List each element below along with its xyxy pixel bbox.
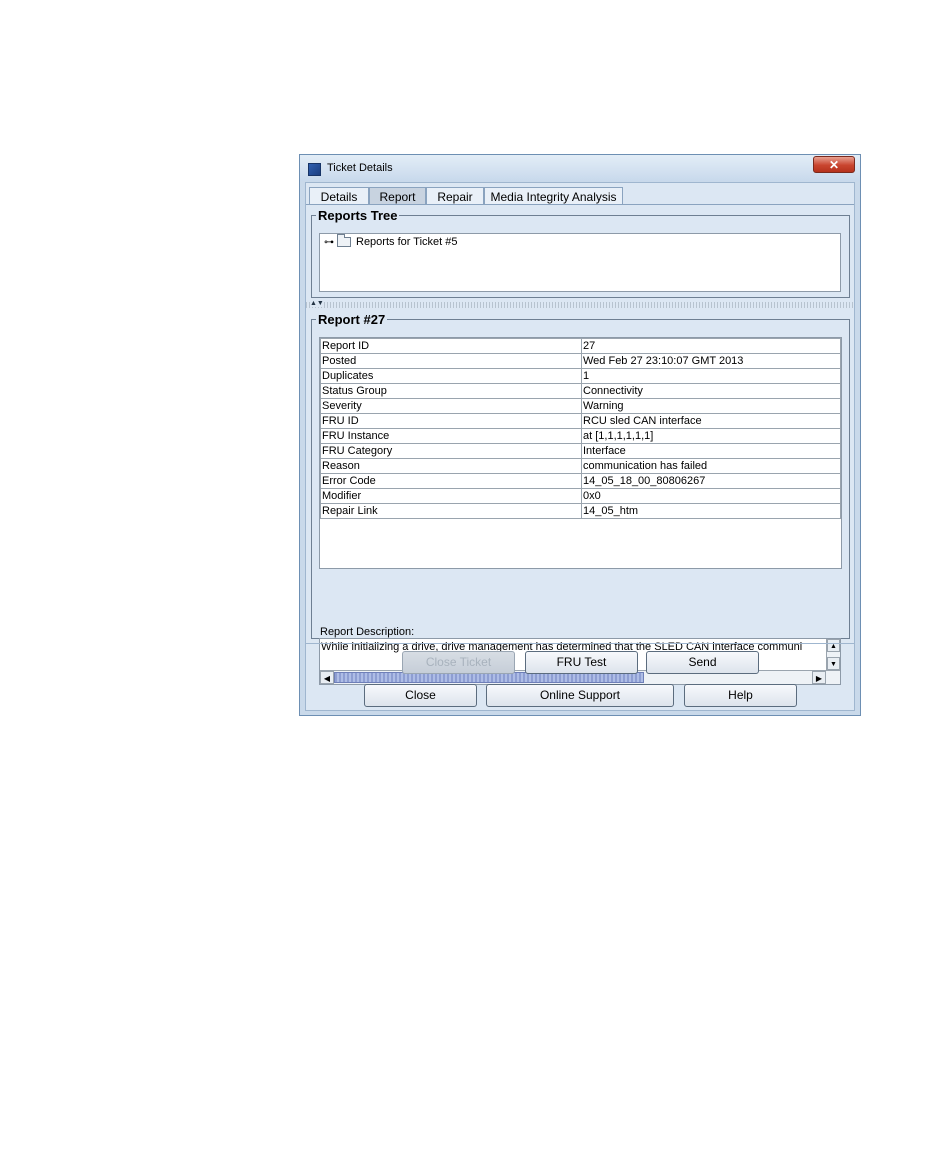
property-value: 14_05_18_00_80806267	[581, 473, 841, 489]
dialog-content: Details Report Repair Media Integrity An…	[305, 182, 855, 711]
scroll-down-icon[interactable]: ▼	[827, 657, 840, 670]
tree-item-label: Reports for Ticket #5	[356, 236, 458, 248]
send-button[interactable]: Send	[646, 651, 759, 674]
property-value: 0x0	[581, 488, 841, 504]
property-value: Wed Feb 27 23:10:07 GMT 2013	[581, 353, 841, 369]
property-name: Duplicates	[320, 368, 582, 384]
table-row[interactable]: FRU ID RCU sled CAN interface	[320, 413, 841, 429]
property-value: Interface	[581, 443, 841, 459]
property-value: communication has failed	[581, 458, 841, 474]
property-value: Connectivity	[581, 383, 841, 399]
property-name: Modifier	[320, 488, 582, 504]
tab-report[interactable]: Report	[369, 187, 426, 205]
property-value: RCU sled CAN interface	[581, 413, 841, 429]
app-icon	[308, 163, 321, 176]
table-row[interactable]: FRU Instance at [1,1,1,1,1,1]	[320, 428, 841, 444]
property-name: FRU Instance	[320, 428, 582, 444]
property-value: 1	[581, 368, 841, 384]
help-button[interactable]: Help	[684, 684, 797, 707]
report-description-label: Report Description:	[320, 626, 415, 638]
ticket-details-window: Ticket Details ✕ Details Report Repair M…	[299, 154, 861, 716]
key-icon[interactable]: ⊶	[324, 237, 334, 248]
property-value: 27	[581, 338, 841, 354]
table-row[interactable]: Report ID 27	[320, 338, 841, 354]
property-name: Error Code	[320, 473, 582, 489]
scroll-left-icon[interactable]: ◀	[320, 671, 334, 684]
table-row[interactable]: Modifier 0x0	[320, 488, 841, 504]
window-close-button[interactable]: ✕	[813, 156, 855, 173]
report-properties-table: Report ID 27 Posted Wed Feb 27 23:10:07 GMT…	[319, 337, 842, 569]
scroll-right-icon[interactable]: ▶	[812, 671, 826, 684]
reports-tree[interactable]: ⊶ Reports for Ticket #5	[319, 233, 841, 292]
tab-divider	[306, 204, 854, 205]
report-group: Report #27 Report ID 27 Posted Wed Feb 27 2…	[311, 312, 850, 639]
table-row[interactable]: FRU Category Interface	[320, 443, 841, 459]
table-row[interactable]: Status Group Connectivity	[320, 383, 841, 399]
property-name: Report ID	[320, 338, 582, 354]
table-row[interactable]: Repair Link 14_05_htm	[320, 503, 841, 519]
property-name: Status Group	[320, 383, 582, 399]
folder-icon	[337, 234, 351, 247]
property-name: FRU Category	[320, 443, 582, 459]
tab-repair[interactable]: Repair	[426, 187, 484, 205]
pane-splitter[interactable]: ▲▼	[306, 300, 854, 308]
fru-test-button[interactable]: FRU Test	[525, 651, 638, 674]
property-name: Reason	[320, 458, 582, 474]
property-name: FRU ID	[320, 413, 582, 429]
online-support-button[interactable]: Online Support	[486, 684, 674, 707]
scroll-up-icon[interactable]: ▲	[827, 639, 840, 652]
tree-item-reports-for-ticket[interactable]: ⊶ Reports for Ticket #5	[324, 234, 458, 248]
property-value: Warning	[581, 398, 841, 414]
close-button[interactable]: Close	[364, 684, 477, 707]
reports-tree-title: Reports Tree	[316, 208, 400, 223]
table-row[interactable]: Posted Wed Feb 27 23:10:07 GMT 2013	[320, 353, 841, 369]
title-bar[interactable]: Ticket Details ✕	[300, 155, 860, 181]
close-ticket-button[interactable]: Close Ticket	[402, 651, 515, 674]
property-value: at [1,1,1,1,1,1]	[581, 428, 841, 444]
reports-tree-group: Reports Tree ⊶ Reports for Ticket #5	[311, 208, 850, 298]
table-row[interactable]: Severity Warning	[320, 398, 841, 414]
property-name: Repair Link	[320, 503, 582, 519]
property-name: Posted	[320, 353, 582, 369]
button-area-divider	[306, 643, 854, 644]
report-title: Report #27	[316, 312, 388, 327]
tab-details[interactable]: Details	[309, 187, 369, 205]
property-name: Severity	[320, 398, 582, 414]
window-title: Ticket Details	[327, 162, 393, 174]
property-value: 14_05_htm	[581, 503, 841, 519]
table-row[interactable]: Reason communication has failed	[320, 458, 841, 474]
splitter-arrows-icon[interactable]: ▲▼	[310, 300, 324, 307]
tab-media-integrity-analysis[interactable]: Media Integrity Analysis	[484, 187, 623, 205]
table-row[interactable]: Duplicates 1	[320, 368, 841, 384]
table-row[interactable]: Error Code 14_05_18_00_80806267	[320, 473, 841, 489]
